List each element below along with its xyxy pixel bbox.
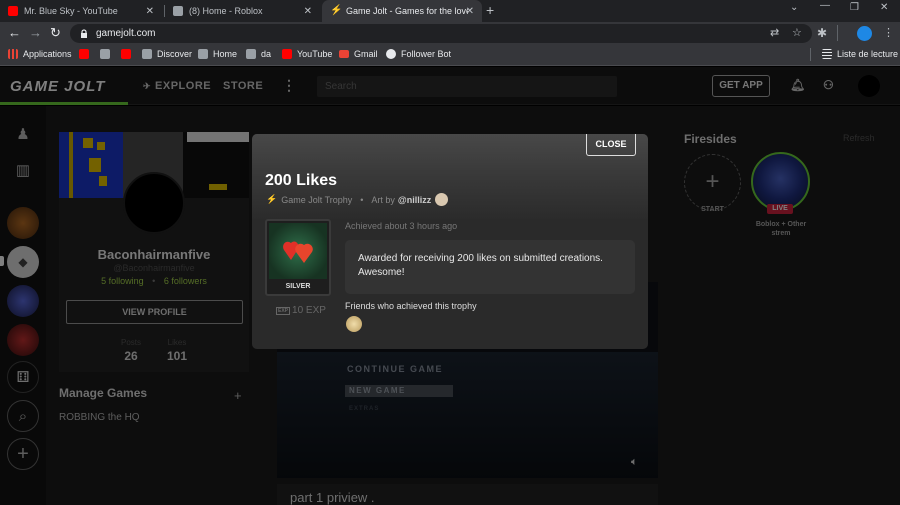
trophy-exp: EXP 10 EXP xyxy=(276,305,326,316)
bookmark-label: Applications xyxy=(23,49,72,59)
exp-value: 10 EXP xyxy=(292,305,326,316)
gamejolt-icon: ⚡ xyxy=(330,5,343,16)
meta-separator: • xyxy=(360,194,364,205)
bookmark-gmail[interactable]: Gmail xyxy=(339,49,378,59)
address-bar[interactable]: gamejolt.com xyxy=(70,24,812,43)
roblox-icon xyxy=(142,49,152,59)
bookmark-label: Follower Bot xyxy=(401,49,452,59)
gamejolt-bolt-icon: ⚡ xyxy=(266,194,278,204)
youtube-icon xyxy=(282,49,292,59)
bookmark-youtube-2[interactable] xyxy=(121,49,136,59)
lock-icon xyxy=(81,28,87,38)
trophy-thumbnail: SILVER xyxy=(265,219,331,296)
friend-avatar[interactable] xyxy=(346,316,362,332)
bookmark-roblox-1[interactable] xyxy=(100,49,115,59)
new-tab-button[interactable]: + xyxy=(486,2,494,18)
bookmark-label: Discover xyxy=(157,49,193,59)
extensions-icon[interactable]: ✱ xyxy=(817,26,827,40)
bookmark-discover[interactable]: Discover xyxy=(142,49,192,59)
bookmark-label: da xyxy=(261,49,272,59)
tab-roblox[interactable]: (8) Home - Roblox ✕ xyxy=(165,0,320,22)
roblox-icon xyxy=(100,49,110,59)
trophy-description: Awarded for receiving 200 likes on submi… xyxy=(358,253,603,278)
minimize-icon[interactable]: — xyxy=(820,0,830,11)
trophy-tier: SILVER xyxy=(285,283,311,290)
bookmark-home[interactable]: Home xyxy=(198,49,237,59)
youtube-icon xyxy=(79,49,89,59)
toolbar-divider xyxy=(837,25,838,41)
reload-icon[interactable]: ↻ xyxy=(50,25,61,41)
bookmark-label: Gmail xyxy=(354,49,378,59)
profile-avatar[interactable] xyxy=(857,26,872,41)
translate-icon[interactable]: ⇄ xyxy=(770,26,779,39)
trophy-modal: CLOSE 200 Likes ⚡ Game Jolt Trophy • Art… xyxy=(252,134,648,349)
bookmark-da[interactable]: da xyxy=(246,49,271,59)
bookmark-star-icon[interactable]: ☆ xyxy=(792,26,802,39)
reading-list[interactable]: Liste de lecture xyxy=(822,49,898,59)
exp-badge: EXP xyxy=(276,306,291,315)
roblox-icon xyxy=(173,6,183,16)
bookmarks-divider xyxy=(810,48,811,61)
tab-title: (8) Home - Roblox xyxy=(189,6,263,16)
bookmark-label: Home xyxy=(213,49,238,59)
gmail-icon xyxy=(339,50,349,58)
close-window-icon[interactable]: ✕ xyxy=(880,2,888,13)
roblox-icon xyxy=(198,49,208,59)
globe-icon xyxy=(386,49,396,59)
back-icon[interactable]: ← xyxy=(8,25,21,40)
trophy-art xyxy=(269,223,327,279)
bookmarks-bar: Applications Discover Home da YouTube Gm… xyxy=(0,45,900,66)
close-tab-icon[interactable]: ✕ xyxy=(304,6,312,17)
forward-icon[interactable]: → xyxy=(29,25,42,40)
youtube-icon xyxy=(121,49,131,59)
close-tab-icon[interactable]: ✕ xyxy=(146,6,154,17)
reading-list-icon xyxy=(822,49,832,59)
close-tab-icon[interactable]: ✕ xyxy=(466,6,474,17)
achieved-time: Achieved about 3 hours ago xyxy=(345,221,458,231)
menu-icon[interactable]: ⋮ xyxy=(883,26,894,39)
browser-tab-bar: Mr. Blue Sky - YouTube ✕ (8) Home - Robl… xyxy=(0,0,900,22)
tab-gamejolt[interactable]: ⚡ Game Jolt - Games for the love o ✕ xyxy=(322,0,482,22)
youtube-icon xyxy=(8,6,18,16)
trophy-title: 200 Likes xyxy=(265,172,338,189)
reading-list-label: Liste de lecture xyxy=(837,49,899,59)
trophy-meta: ⚡ Game Jolt Trophy • Art by @nillizz xyxy=(266,193,449,206)
trophy-type: Game Jolt Trophy xyxy=(281,194,353,205)
heart-icon xyxy=(283,241,313,263)
bookmark-label: YouTube xyxy=(297,49,333,59)
friends-achieved-label: Friends who achieved this trophy xyxy=(345,301,477,311)
roblox-icon xyxy=(246,49,256,59)
browser-toolbar: ← → ↻ gamejolt.com ⇄ ☆ ✱ ⋮ xyxy=(0,22,900,45)
bookmark-follower-bot[interactable]: Follower Bot xyxy=(386,49,451,59)
restore-icon[interactable]: ❐ xyxy=(850,2,859,13)
artist-link[interactable]: @nillizz xyxy=(398,195,431,205)
bookmark-applications[interactable]: Applications xyxy=(8,49,72,59)
tab-search-icon[interactable]: ⌄ xyxy=(790,2,798,13)
url-text: gamejolt.com xyxy=(96,28,156,39)
tab-title: Mr. Blue Sky - YouTube xyxy=(24,6,118,16)
artist-avatar[interactable] xyxy=(435,193,449,206)
close-button[interactable]: CLOSE xyxy=(586,134,636,156)
bookmark-youtube[interactable]: YouTube xyxy=(282,49,332,59)
apps-grid-icon xyxy=(8,49,18,59)
trophy-description-box: Awarded for receiving 200 likes on submi… xyxy=(345,240,635,294)
bookmark-youtube-1[interactable] xyxy=(79,49,94,59)
art-by-label: Art by xyxy=(371,194,395,205)
tab-youtube[interactable]: Mr. Blue Sky - YouTube ✕ xyxy=(0,0,162,22)
tab-title: Game Jolt - Games for the love o xyxy=(346,6,468,16)
